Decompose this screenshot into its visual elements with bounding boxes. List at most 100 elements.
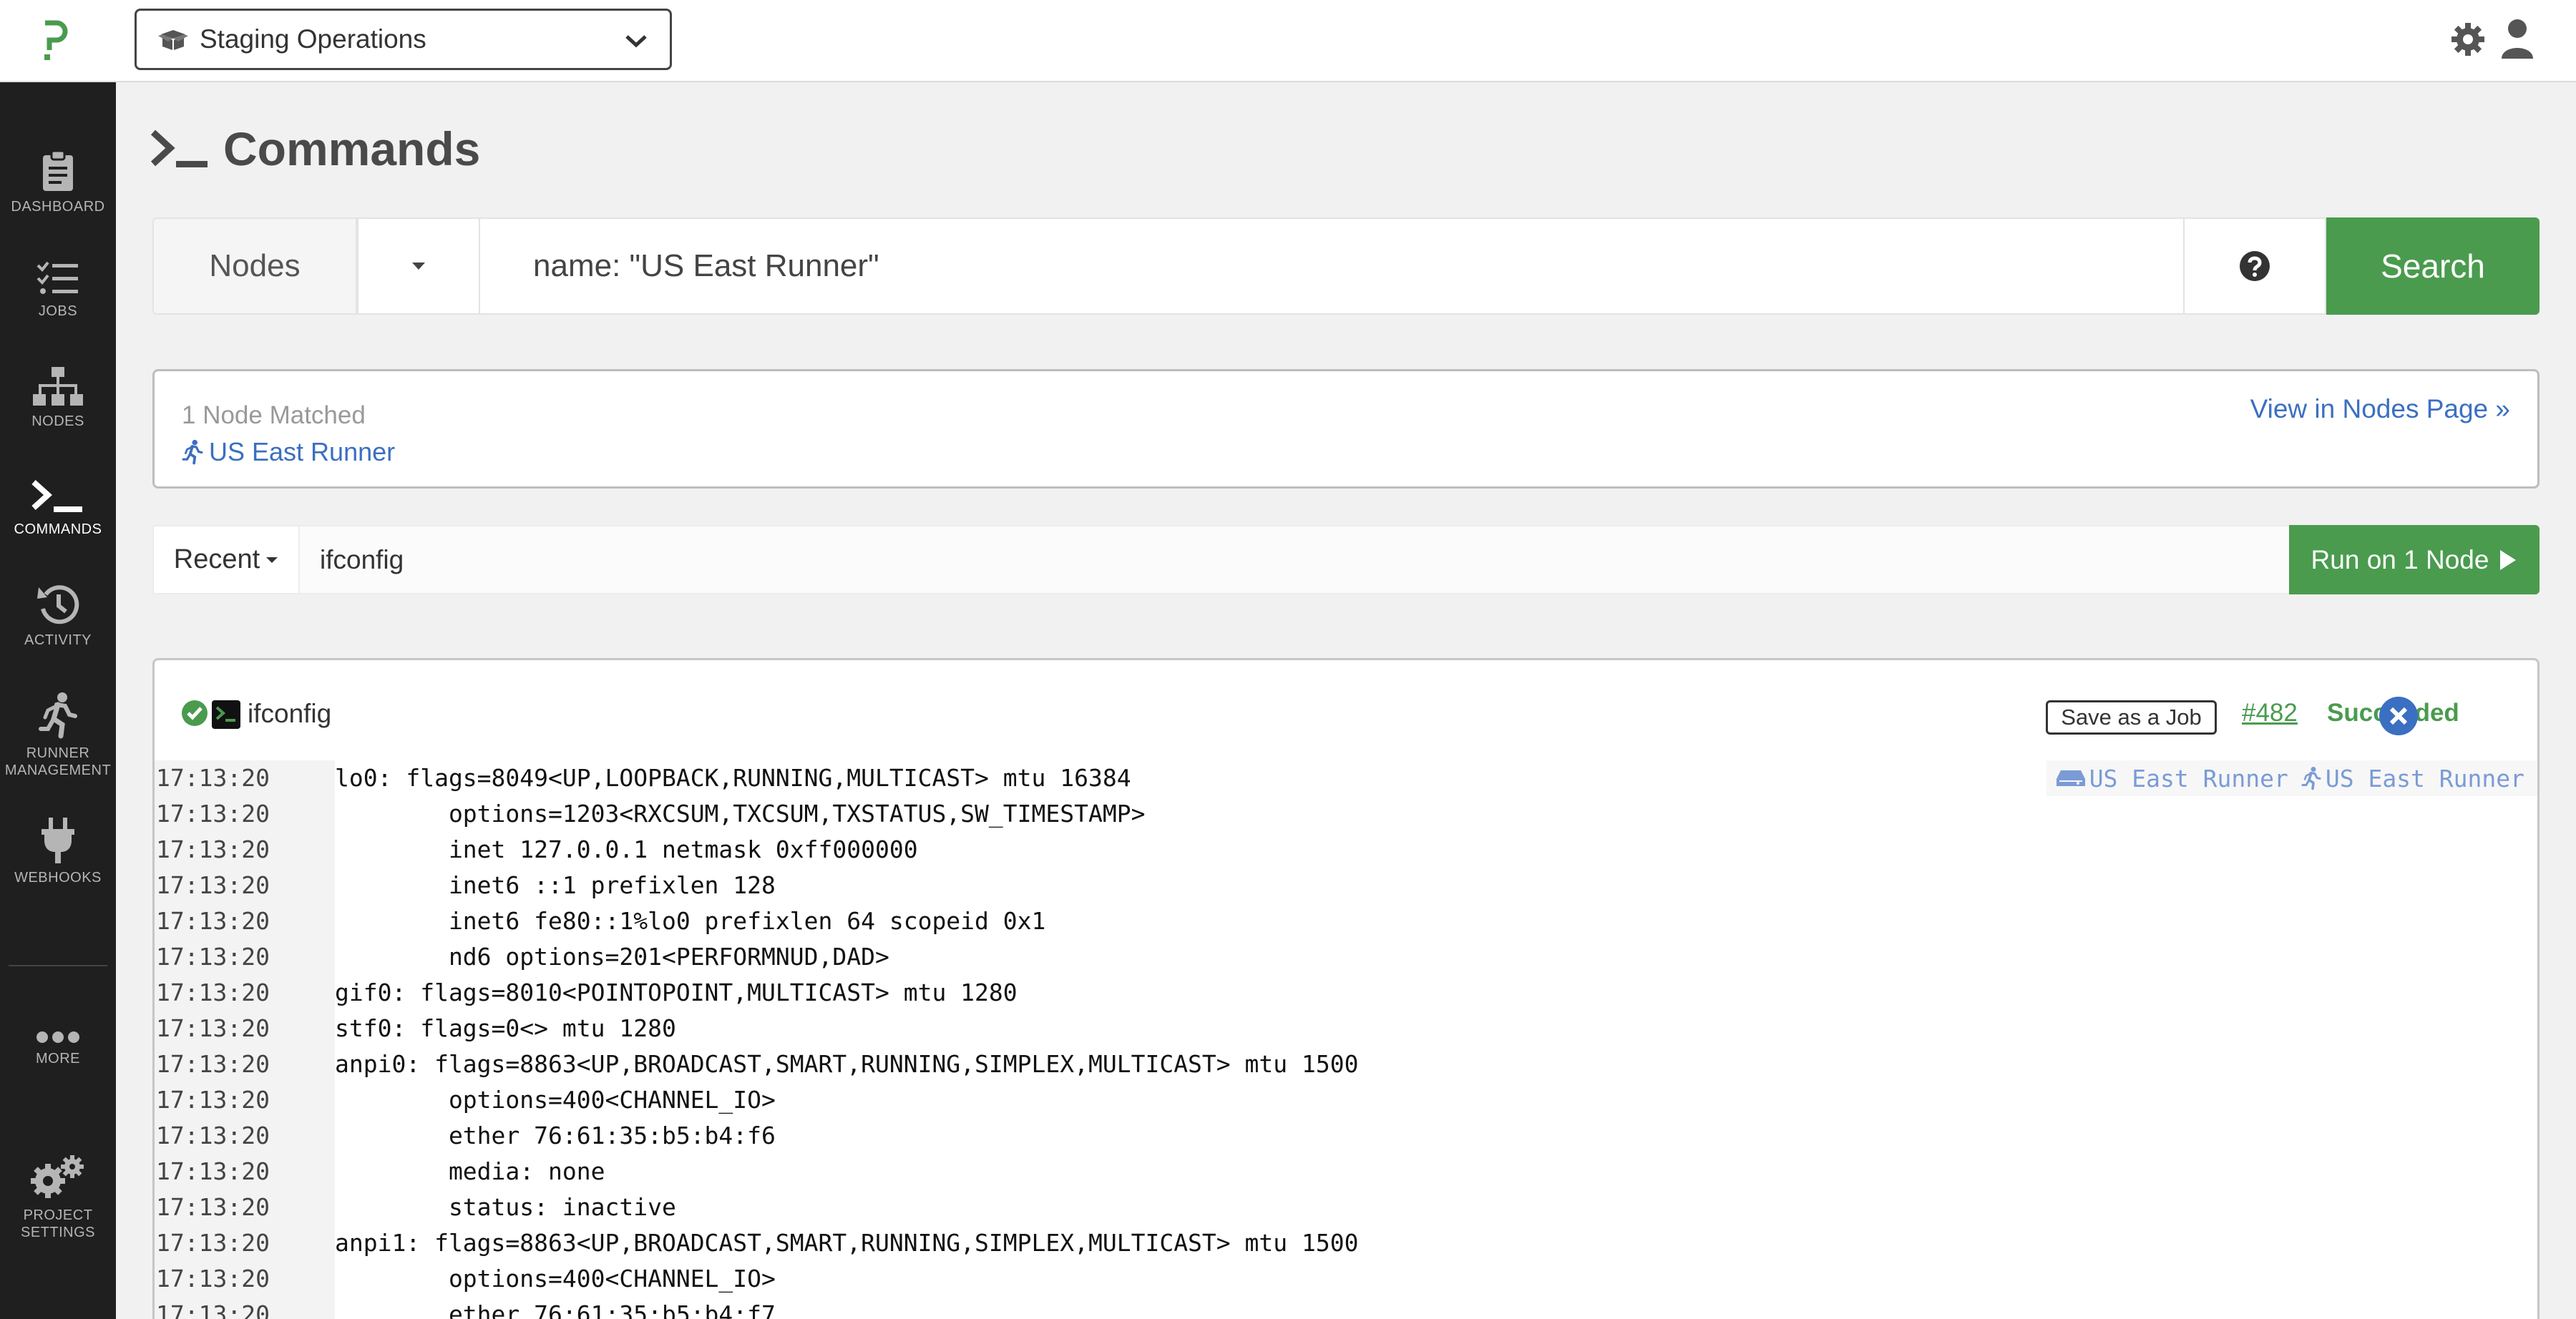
node-filter-value: name: "US East Runner" [533, 248, 879, 283]
log-timestamp: 17:13:20 [155, 1297, 335, 1319]
top-bar: Staging Operations [0, 0, 2576, 82]
close-icon[interactable] [2379, 696, 2419, 736]
log-timestamp: 17:13:20 [155, 1190, 335, 1225]
sidebar-item-label-line2: MANAGEMENT [4, 763, 112, 778]
log-line: 17:13:20 anpi0: flags=8863<UP,BROADCAST,S… [155, 1046, 2537, 1082]
log-timestamp: 17:13:20 [155, 1046, 335, 1082]
chevron-down-icon [625, 35, 647, 48]
log-text: options=400<CHANNEL_IO> [335, 1265, 776, 1293]
log-text: inet6 fe80::1%lo0 prefixlen 64 scopeid 0… [335, 907, 1046, 935]
log-timestamp: 17:13:20 [155, 903, 335, 939]
sidebar-item-webhooks[interactable]: WEBHOOKS [0, 818, 116, 886]
node-filter-input[interactable]: name: "US East Runner" [480, 217, 2183, 315]
sidebar-item-commands[interactable]: COMMANDS [0, 479, 116, 538]
runner-icon [39, 692, 77, 739]
sidebar-item-label-line2: SETTINGS [20, 1225, 95, 1240]
command-input[interactable]: ifconfig [300, 525, 2369, 594]
filter-help-button[interactable] [2183, 217, 2326, 315]
log-text: gif0: flags=8010<POINTOPOINT,MULTICAST> … [335, 979, 1018, 1006]
recent-commands-dropdown[interactable]: Recent [152, 525, 300, 594]
log-text: ether 76:61:35:b5:b4:f6 [335, 1122, 776, 1149]
sidebar-item-label: ACTIVITY [24, 632, 92, 648]
log-line: 17:13:20 inet 127.0.0.1 netmask 0xff0000… [155, 832, 2537, 868]
caret-down-icon [266, 556, 278, 563]
sidebar-item-dashboard[interactable]: DASHBOARD [0, 149, 116, 215]
log-timestamp: 17:13:20 [155, 1225, 335, 1261]
log-text: lo0: flags=8049<UP,LOOPBACK,RUNNING,MULT… [335, 764, 1131, 792]
log-line: 17:13:20 anpi1: flags=8863<UP,BROADCAST,S… [155, 1225, 2537, 1261]
box-open-icon [158, 30, 188, 50]
sidebar-item-nodes[interactable]: NODES [0, 367, 116, 430]
log-line: 17:13:20 options=400<CHANNEL_IO> [155, 1261, 2537, 1297]
log-text: options=400<CHANNEL_IO> [335, 1086, 776, 1114]
log-text: inet 127.0.0.1 netmask 0xff000000 [335, 835, 918, 863]
caret-down-icon [412, 263, 425, 270]
nodes-filter-label: Nodes [152, 217, 357, 315]
save-as-job-button[interactable]: Save as a Job [2046, 700, 2217, 735]
search-button-label: Search [2381, 247, 2485, 285]
user-icon[interactable] [2500, 19, 2534, 59]
plug-icon [42, 818, 74, 863]
log-timestamp: 17:13:20 [155, 1154, 335, 1190]
sidebar-item-label: PROJECT [23, 1207, 93, 1223]
terminal-icon [31, 480, 82, 512]
sidebar-item-jobs[interactable]: JOBS [0, 260, 116, 320]
log-timestamp: 17:13:20 [155, 760, 335, 796]
node-filter: Nodes name: "US East Runner" Search [152, 217, 2540, 315]
sidebar-item-label: NODES [31, 413, 84, 429]
sidebar-item-runner-management[interactable]: RUNNER MANAGEMENT [0, 692, 116, 779]
run-button-label: Run on 1 Node [2311, 544, 2489, 574]
output-command: ifconfig [248, 699, 332, 728]
terminal-icon [212, 700, 240, 729]
log-timestamp: 17:13:20 [155, 868, 335, 903]
log-text: nd6 options=201<PERFORMNUD,DAD> [335, 943, 889, 971]
runner-icon [182, 439, 203, 465]
matched-node-link[interactable]: US East Runner [182, 437, 395, 467]
question-circle-icon [2240, 251, 2270, 281]
sidebar-item-label: MORE [36, 1051, 80, 1067]
log-line: 17:13:20 inet6 fe80::1%lo0 prefixlen 64 … [155, 903, 2537, 939]
sidebar-item-project-settings[interactable]: PROJECT SETTINGS [0, 1155, 116, 1241]
sidebar-divider [9, 965, 107, 966]
sidebar-item-label: COMMANDS [14, 521, 102, 537]
log-line: 17:13:20 status: inactive [155, 1190, 2537, 1225]
command-input-value: ifconfig [320, 544, 404, 574]
output-log: 17:13:20 lo0: flags=8049<UP,LOOPBACK,RUNN… [155, 760, 2537, 1319]
app-logo-icon[interactable] [39, 20, 75, 63]
view-in-nodes-link[interactable]: View in Nodes Page » [2250, 394, 2510, 424]
log-timestamp: 17:13:20 [155, 796, 335, 832]
sitemap-icon [33, 367, 83, 406]
checklist-icon [36, 261, 78, 294]
log-text: ether 76:61:35:b5:b4:f7 [335, 1300, 776, 1319]
log-text: stf0: flags=0<> mtu 1280 [335, 1014, 676, 1042]
log-line: 17:13:20 options=400<CHANNEL_IO> [155, 1082, 2537, 1118]
gear-icon[interactable] [2450, 21, 2486, 57]
sidebar-item-more[interactable]: MORE [0, 1030, 116, 1067]
project-select[interactable]: Staging Operations [135, 9, 672, 70]
sidebar: DASHBOARD JOBS NODES COMMANDS ACTIVITY R… [0, 82, 116, 1319]
log-text: anpi1: flags=8863<UP,BROADCAST,SMART,RUN… [335, 1229, 1359, 1257]
matched-node-name: US East Runner [209, 437, 396, 466]
project-name: Staging Operations [200, 24, 426, 54]
log-timestamp: 17:13:20 [155, 1082, 335, 1118]
execution-id-link[interactable]: #482 [2242, 699, 2298, 727]
log-line: 17:13:20 options=1203<RXCSUM,TXCSUM,TXST… [155, 796, 2537, 832]
log-text: anpi0: flags=8863<UP,BROADCAST,SMART,RUN… [335, 1050, 1359, 1078]
log-line: 17:13:20 ether 76:61:35:b5:b4:f6 [155, 1118, 2537, 1154]
log-line: 17:13:20 gif0: flags=8010<POINTOPOINT,MUL… [155, 975, 2537, 1011]
run-command-button[interactable]: Run on 1 Node [2289, 525, 2540, 594]
sidebar-item-label: DASHBOARD [11, 199, 105, 215]
command-output-panel: ifconfig Save as a Job #482 Succeeded US… [152, 658, 2540, 1319]
log-timestamp: 17:13:20 [155, 1011, 335, 1046]
history-icon [37, 585, 79, 624]
check-circle-icon [182, 700, 208, 726]
gears-icon [31, 1155, 84, 1198]
play-icon [2500, 549, 2517, 570]
ellipsis-icon [36, 1031, 79, 1043]
log-line: 17:13:20 ether 76:61:35:b5:b4:f7 [155, 1297, 2537, 1319]
log-text: inet6 ::1 prefixlen 128 [335, 871, 776, 899]
search-button[interactable]: Search [2326, 217, 2540, 315]
output-header: ifconfig Save as a Job #482 Succeeded [155, 660, 2537, 760]
sidebar-item-activity[interactable]: ACTIVITY [0, 583, 116, 649]
filter-dropdown-button[interactable] [357, 217, 480, 315]
